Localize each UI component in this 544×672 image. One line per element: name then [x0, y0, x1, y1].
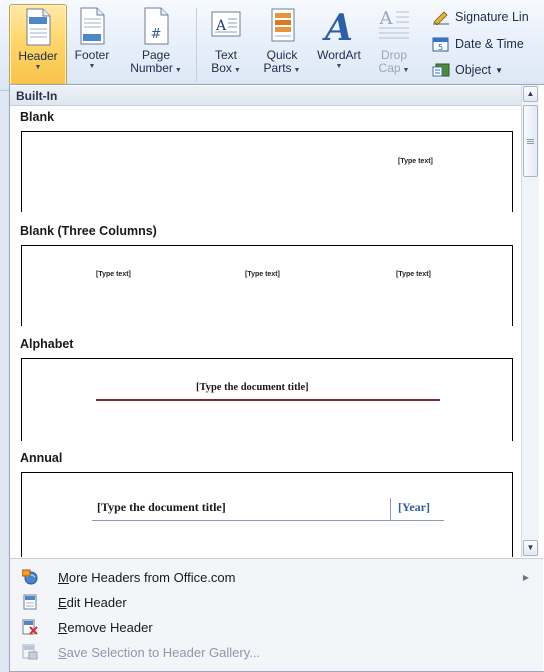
header-gallery-dropdown: Built-In Blank [Type text] Blank (Three …	[9, 84, 544, 672]
drop-cap-icon: A	[377, 6, 411, 46]
grip-line	[527, 141, 534, 142]
page-number-label-2: Number	[130, 61, 173, 75]
insert-ribbon: Header ▼ Footer ▼ # Page Number ▼ A Text…	[0, 0, 544, 91]
year-placeholder: [Year]	[398, 500, 430, 514]
grip-line	[527, 143, 534, 144]
menu-mnemonic: M	[58, 569, 69, 585]
menu-mnemonic: R	[58, 619, 68, 635]
header-button[interactable]: Header ▼	[9, 4, 67, 86]
svg-text:A: A	[379, 8, 394, 29]
scrollbar-thumb[interactable]	[523, 105, 538, 177]
header-icon	[21, 7, 55, 47]
grip-line	[527, 139, 534, 140]
text-box-button[interactable]: A Text Box ▼	[202, 4, 250, 84]
gallery-item-label: Annual	[20, 451, 63, 465]
placeholder-text: [Type text]	[96, 271, 131, 278]
submenu-arrow-icon: ▶	[522, 572, 529, 582]
quick-parts-icon	[265, 6, 299, 46]
placeholder-text: [Type text]	[398, 158, 433, 165]
save-selection-menu-item[interactable]: Save Selection to Header Gallery...	[10, 640, 543, 664]
document-title-placeholder: [Type the document title]	[97, 500, 226, 514]
gallery-item-label: Blank	[20, 110, 55, 124]
date-time-button[interactable]: 5 Date & Time	[432, 34, 524, 54]
footer-button-label: Footer	[74, 48, 110, 62]
signature-line-icon	[432, 9, 450, 26]
header-gallery: Built-In Blank [Type text] Blank (Three …	[10, 85, 521, 557]
svg-text:5: 5	[438, 43, 443, 52]
text-box-icon: A	[209, 6, 243, 46]
svg-text:A: A	[322, 7, 353, 46]
placeholder-text: [Type text]	[245, 271, 280, 278]
remove-header-menu-item[interactable]: Remove Header	[10, 615, 543, 639]
chevron-down-icon: ▼	[88, 63, 96, 70]
gallery-scrollbar[interactable]: ▲ ▼	[521, 85, 539, 557]
gallery-item-blank[interactable]: [Type text]	[21, 131, 513, 212]
object-label: Object	[455, 63, 492, 77]
wordart-button[interactable]: A WordArt ▼	[310, 4, 368, 84]
quick-parts-button[interactable]: Quick Parts ▼	[256, 4, 308, 84]
ribbon-separator	[196, 8, 197, 82]
gallery-item-blank-three-columns[interactable]: [Type text] [Type text] [Type text]	[21, 245, 513, 326]
scroll-down-button[interactable]: ▼	[523, 540, 538, 556]
gallery-item-alphabet[interactable]: [Type the document title]	[21, 358, 513, 441]
chevron-down-icon: ▼	[335, 63, 343, 70]
save-to-gallery-icon	[22, 644, 38, 660]
svg-text:#: #	[151, 27, 162, 42]
header-button-label: Header	[18, 49, 58, 63]
page-number-button[interactable]: # Page Number ▼	[124, 4, 188, 84]
gallery-item-annual[interactable]: [Type the document title] [Year]	[21, 472, 513, 557]
gallery-item-label: Blank (Three Columns)	[20, 224, 157, 238]
object-icon	[432, 62, 450, 78]
office-online-icon	[21, 569, 38, 585]
header-menu: More Headers from Office.com ▶ Edit Head…	[10, 558, 543, 671]
drop-cap-label-2: Cap	[378, 61, 401, 75]
chevron-down-icon: ▼	[172, 67, 182, 74]
edit-header-menu-item[interactable]: Edit Header	[10, 590, 543, 614]
drop-cap-button[interactable]: A Drop Cap ▼	[372, 4, 416, 84]
footer-icon	[75, 6, 109, 46]
calendar-icon: 5	[432, 36, 450, 52]
menu-mnemonic: E	[58, 594, 67, 610]
scroll-up-button[interactable]: ▲	[523, 86, 538, 102]
remove-header-label: emove Header	[67, 619, 153, 635]
more-headers-label: ore Headers from Office.com	[68, 569, 236, 585]
object-button[interactable]: Object ▼	[432, 60, 503, 80]
chevron-down-icon: ▼	[495, 65, 504, 75]
gallery-item-label: Alphabet	[20, 337, 74, 351]
save-selection-label: ave Selection to Header Gallery...	[66, 644, 261, 660]
year-divider	[390, 498, 391, 520]
signature-line-button[interactable]: Signature Lin	[432, 7, 529, 27]
chevron-down-icon: ▼	[291, 67, 301, 74]
title-rule	[96, 399, 440, 401]
text-box-label-2: Box	[211, 61, 232, 75]
edit-header-label: dit Header	[66, 594, 127, 610]
footer-button[interactable]: Footer ▼	[66, 4, 118, 84]
date-time-label: Date & Time	[455, 37, 524, 51]
chevron-down-icon: ▼	[400, 67, 410, 74]
gallery-section-header: Built-In	[10, 86, 521, 106]
edit-header-icon	[22, 594, 38, 610]
more-headers-menu-item[interactable]: More Headers from Office.com ▶	[10, 565, 543, 589]
quick-parts-label-2: Parts	[263, 61, 292, 75]
placeholder-text: [Type text]	[396, 271, 431, 278]
page-number-icon: #	[139, 6, 173, 46]
document-title-placeholder: [Type the document title]	[196, 382, 309, 393]
remove-header-icon	[22, 619, 38, 635]
wordart-label: WordArt	[317, 48, 361, 62]
chevron-down-icon: ▼	[231, 67, 241, 74]
signature-line-label: Signature Lin	[455, 10, 529, 24]
chevron-down-icon: ▼	[34, 64, 42, 71]
title-rule	[92, 520, 444, 521]
wordart-icon: A	[322, 6, 356, 49]
menu-mnemonic: S	[58, 644, 67, 660]
